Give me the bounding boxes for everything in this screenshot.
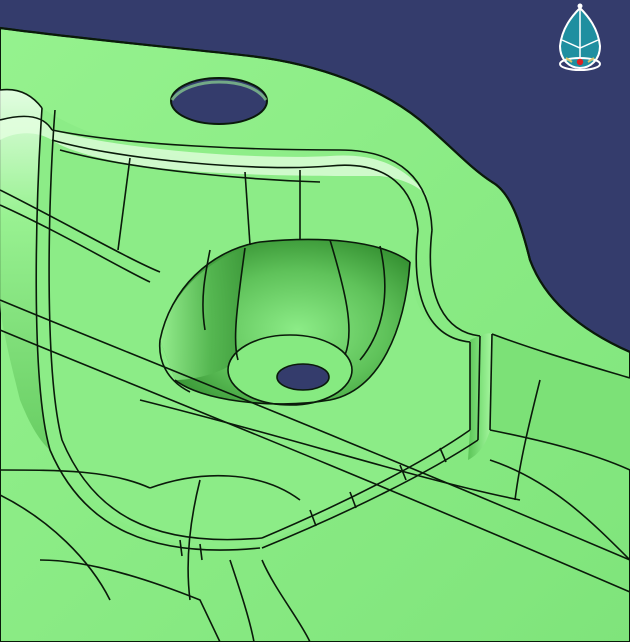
compass-center xyxy=(576,58,584,66)
compass-icon[interactable] xyxy=(552,2,608,78)
3d-viewport[interactable] xyxy=(0,0,630,642)
mounting-hole[interactable] xyxy=(170,77,268,125)
part-geometry[interactable] xyxy=(0,0,630,642)
small-hole[interactable] xyxy=(276,363,330,391)
